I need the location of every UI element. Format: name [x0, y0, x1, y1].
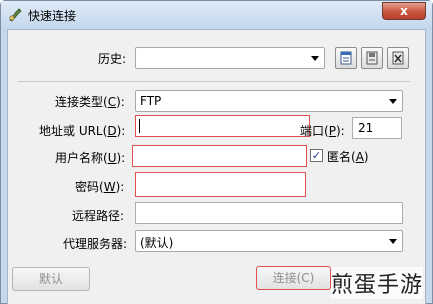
remote-path-label: 远程路径:: [72, 209, 125, 223]
section-divider: [18, 81, 410, 82]
chevron-down-icon: [389, 239, 397, 244]
history-properties-button[interactable]: [335, 47, 357, 69]
chevron-down-icon: [311, 56, 319, 61]
proxy-select[interactable]: (默认): [135, 230, 403, 252]
properties-icon: [340, 51, 352, 65]
dialog-body: 历史: 连接类型(C): FTP 地址或 URL(D): 端口(P): 21 用…: [7, 29, 426, 304]
save-icon: [366, 51, 378, 65]
quick-connect-window: 快速连接 x 历史: 连接类型(C): FTP 地址或 URL(D): 端口(P…: [0, 0, 433, 304]
port-input[interactable]: 21: [352, 117, 402, 139]
connect-button[interactable]: 连接(C): [256, 266, 331, 290]
title-bar: 快速连接 x: [1, 1, 432, 29]
delete-icon: [392, 51, 404, 65]
address-input[interactable]: [135, 115, 310, 137]
username-label: 用户名称(U):: [55, 151, 126, 165]
remote-path-input[interactable]: [135, 202, 403, 224]
history-save-button[interactable]: [361, 47, 383, 69]
password-label: 密码(W):: [75, 180, 125, 194]
proxy-value: (默认): [140, 236, 174, 250]
connection-type-select[interactable]: FTP: [135, 90, 403, 112]
quick-connect-icon: [9, 8, 22, 22]
port-label: 端口(P):: [300, 124, 345, 138]
address-label: 地址或 URL(D):: [39, 124, 126, 138]
proxy-label: 代理服务器:: [63, 237, 128, 251]
chevron-down-icon: [389, 99, 397, 104]
history-select[interactable]: [135, 47, 325, 69]
checkmark-icon: ✓: [311, 149, 322, 162]
anonymous-checkbox[interactable]: ✓: [310, 149, 323, 162]
close-icon: x: [400, 4, 408, 18]
port-value: 21: [358, 121, 374, 135]
connection-type-label: 连接类型(C):: [55, 95, 125, 109]
connection-type-value: FTP: [140, 94, 162, 108]
password-input[interactable]: [135, 172, 306, 197]
default-button[interactable]: 默认: [12, 267, 90, 291]
history-delete-button[interactable]: [387, 47, 409, 69]
username-input[interactable]: [132, 145, 307, 167]
history-label: 历史:: [98, 52, 127, 66]
window-title: 快速连接: [28, 9, 77, 23]
close-button[interactable]: x: [382, 2, 426, 20]
text-caret: [139, 119, 140, 133]
watermark-text: 煎蛋手游: [331, 267, 424, 299]
anonymous-label: 匿名(A): [327, 150, 369, 164]
